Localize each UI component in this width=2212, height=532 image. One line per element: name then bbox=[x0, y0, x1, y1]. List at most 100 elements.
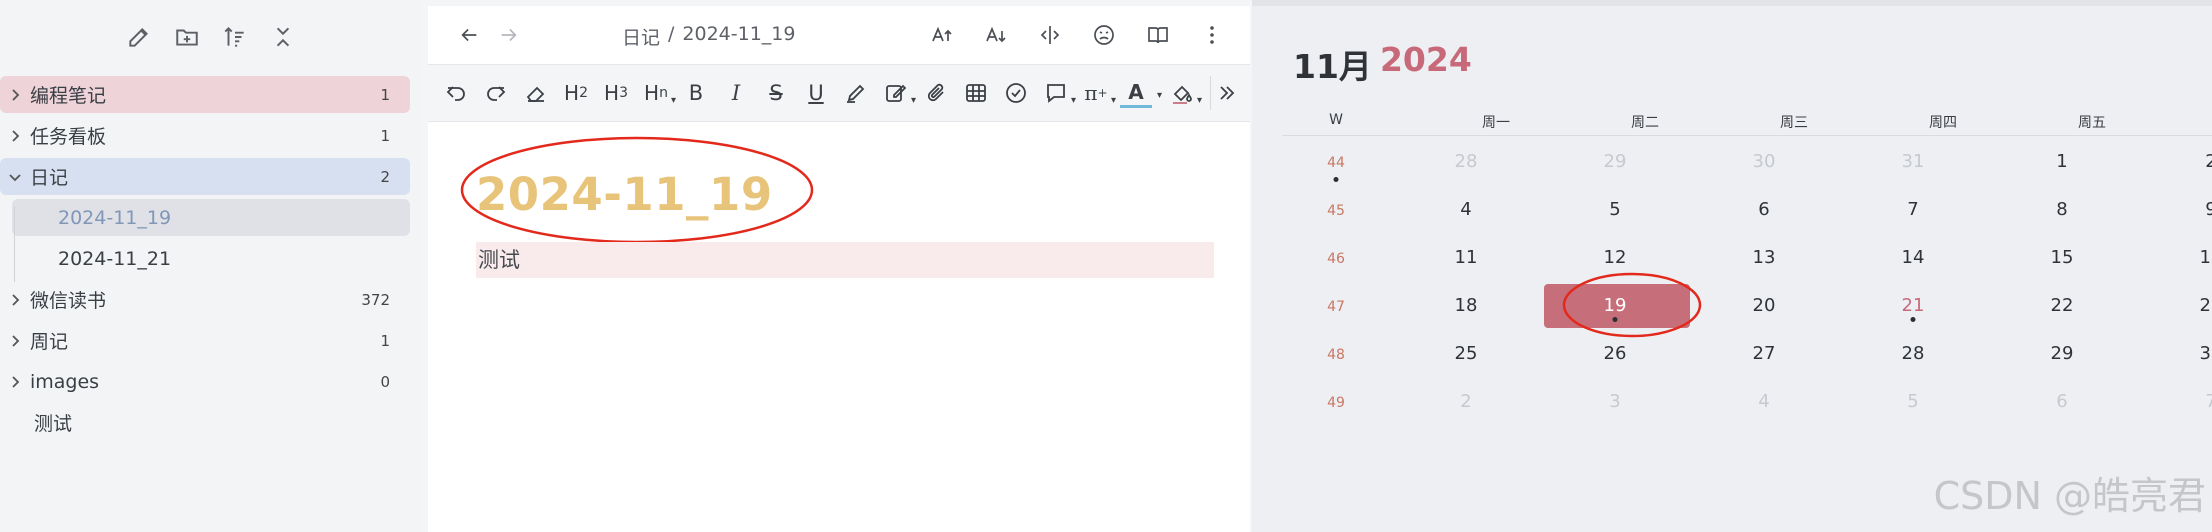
calendar-day[interactable]: 23 bbox=[2200, 295, 2212, 316]
emoji-icon[interactable] bbox=[1090, 21, 1118, 49]
heading-3-button[interactable]: H3 bbox=[600, 76, 632, 110]
document-body[interactable]: 测试 bbox=[476, 242, 1214, 278]
file-item-2024-11-21[interactable]: 2024-11_21 bbox=[0, 240, 410, 277]
calendar-day[interactable]: 3 bbox=[1609, 391, 1620, 412]
calendar-day[interactable]: 2 bbox=[2205, 151, 2212, 172]
attachment-icon[interactable] bbox=[920, 76, 952, 110]
heading-2-button[interactable]: H2 bbox=[560, 76, 592, 110]
text-color-icon[interactable]: A ▾ bbox=[1120, 78, 1162, 108]
italic-button[interactable]: I bbox=[720, 76, 752, 110]
folder-item-programming-notes[interactable]: 编程笔记 1 bbox=[0, 76, 410, 113]
calendar-day[interactable]: 7 bbox=[1907, 199, 1918, 220]
editor-pane: 日记 / 2024-11_19 H2 H3 Hn ▾ B I S U ▾ ▾ π… bbox=[428, 6, 1250, 532]
calendar-day[interactable]: 29 bbox=[2051, 343, 2074, 364]
file-label: 2024-11_19 bbox=[58, 206, 172, 229]
check-circle-icon[interactable] bbox=[1000, 76, 1032, 110]
week-number[interactable]: 46 bbox=[1327, 251, 1345, 267]
calendar-day[interactable]: 2 bbox=[1460, 391, 1471, 412]
collapse-all-icon[interactable] bbox=[269, 23, 297, 51]
callout-icon[interactable]: ▾ bbox=[1040, 76, 1076, 110]
back-arrow-icon[interactable] bbox=[456, 22, 482, 48]
folder-item-images[interactable]: images 0 bbox=[0, 363, 410, 400]
calendar-day[interactable]: 29 bbox=[1604, 151, 1627, 172]
calendar-day[interactable]: 5 bbox=[1609, 199, 1620, 220]
more-tools-icon[interactable] bbox=[1210, 76, 1242, 110]
new-note-icon[interactable] bbox=[125, 23, 153, 51]
sidebar-toolbar bbox=[0, 0, 422, 74]
calendar-day[interactable]: 20 bbox=[1753, 295, 1776, 316]
calendar-day[interactable]: 30 bbox=[1753, 151, 1776, 172]
font-increase-icon[interactable] bbox=[928, 21, 956, 49]
calendar-day[interactable]: 25 bbox=[1455, 343, 1478, 364]
format-toolbar: H2 H3 Hn ▾ B I S U ▾ ▾ π + ▾ A ▾ ▾ bbox=[428, 64, 1250, 122]
calendar-day[interactable]: 11 bbox=[1455, 247, 1478, 268]
calendar-day[interactable]: 4 bbox=[1758, 391, 1769, 412]
folder-label: 周记 bbox=[30, 331, 69, 353]
highlighter-icon[interactable] bbox=[840, 76, 872, 110]
file-item-test[interactable]: 测试 bbox=[0, 404, 410, 441]
week-number[interactable]: 44 bbox=[1327, 155, 1345, 171]
calendar-day[interactable]: 13 bbox=[1753, 247, 1776, 268]
folder-item-wechat-reading[interactable]: 微信读书 372 bbox=[0, 281, 410, 318]
week-number[interactable]: 48 bbox=[1327, 347, 1345, 363]
folder-item-diary[interactable]: 日记 2 bbox=[0, 158, 410, 195]
breadcrumb-file[interactable]: 2024-11_19 bbox=[682, 23, 795, 50]
reading-mode-icon[interactable] bbox=[1144, 21, 1172, 49]
note-dot bbox=[1333, 177, 1339, 182]
calendar-day[interactable]: 14 bbox=[1902, 247, 1925, 268]
folder-item-task-board[interactable]: 任务看板 1 bbox=[0, 117, 410, 154]
calendar-day[interactable]: 22 bbox=[2051, 295, 2074, 316]
calendar-day-today[interactable]: 21 bbox=[1902, 295, 1925, 316]
eraser-icon[interactable] bbox=[520, 76, 552, 110]
calendar-day[interactable]: 18 bbox=[1455, 295, 1478, 316]
calendar-month[interactable]: 11月 bbox=[1293, 40, 1372, 88]
breadcrumb: 日记 / 2024-11_19 bbox=[622, 23, 796, 50]
week-number[interactable]: 47 bbox=[1327, 299, 1345, 315]
folder-item-weekly[interactable]: 周记 1 bbox=[0, 322, 410, 359]
calendar-day[interactable]: 26 bbox=[1604, 343, 1627, 364]
superscript-icon[interactable]: π + ▾ bbox=[1080, 76, 1116, 110]
calendar-day[interactable]: 12 bbox=[1604, 247, 1627, 268]
strikethrough-button[interactable]: S bbox=[760, 76, 792, 110]
file-label: 测试 bbox=[34, 413, 73, 435]
calendar-day[interactable]: 1 bbox=[2056, 151, 2067, 172]
width-toggle-icon[interactable] bbox=[1036, 21, 1064, 49]
forward-arrow-icon[interactable] bbox=[496, 22, 522, 48]
underline-button[interactable]: U bbox=[800, 76, 832, 110]
file-item-2024-11-19[interactable]: 2024-11_19 bbox=[12, 199, 410, 236]
calendar-day[interactable]: 27 bbox=[1753, 343, 1776, 364]
heading-n-button[interactable]: Hn ▾ bbox=[640, 76, 676, 110]
week-number[interactable]: 45 bbox=[1327, 203, 1345, 219]
calendar-day[interactable]: 6 bbox=[1758, 199, 1769, 220]
week-number[interactable]: 49 bbox=[1327, 395, 1345, 411]
more-options-icon[interactable] bbox=[1198, 21, 1226, 49]
font-decrease-icon[interactable] bbox=[982, 21, 1010, 49]
bold-button[interactable]: B bbox=[680, 76, 712, 110]
calendar-day[interactable]: 30 bbox=[2200, 343, 2212, 364]
calendar-day[interactable]: 16 bbox=[2200, 247, 2212, 268]
calendar-day[interactable]: 7 bbox=[2205, 391, 2212, 412]
new-folder-icon[interactable] bbox=[173, 23, 201, 51]
table-icon[interactable] bbox=[960, 76, 992, 110]
chevron-right-icon bbox=[0, 292, 30, 308]
calendar-day[interactable]: 5 bbox=[1907, 391, 1918, 412]
calendar-day[interactable]: 9 bbox=[2205, 199, 2212, 220]
folder-label: 任务看板 bbox=[30, 126, 107, 148]
file-explorer-sidebar: 编程笔记 1 任务看板 1 日记 2 2024-11_19 2024-11_21… bbox=[0, 0, 422, 532]
calendar-day[interactable]: 4 bbox=[1460, 199, 1471, 220]
calendar-day[interactable]: 6 bbox=[2056, 391, 2067, 412]
redo-icon[interactable] bbox=[480, 76, 512, 110]
chevron-down-icon bbox=[0, 169, 30, 185]
breadcrumb-folder[interactable]: 日记 bbox=[622, 23, 660, 50]
sort-icon[interactable] bbox=[221, 23, 249, 51]
calendar-day[interactable]: 31 bbox=[1902, 151, 1925, 172]
undo-icon[interactable] bbox=[440, 76, 472, 110]
calendar-day[interactable]: 28 bbox=[1902, 343, 1925, 364]
pen-icon[interactable]: ▾ bbox=[880, 76, 916, 110]
calendar-day[interactable]: 15 bbox=[2051, 247, 2074, 268]
calendar-day[interactable]: 8 bbox=[2056, 199, 2067, 220]
calendar-day[interactable]: 28 bbox=[1455, 151, 1478, 172]
fill-color-icon[interactable]: ▾ bbox=[1166, 76, 1202, 110]
calendar-year[interactable]: 2024 bbox=[1380, 40, 1472, 88]
weekday-label: 周三 bbox=[1780, 115, 1808, 131]
